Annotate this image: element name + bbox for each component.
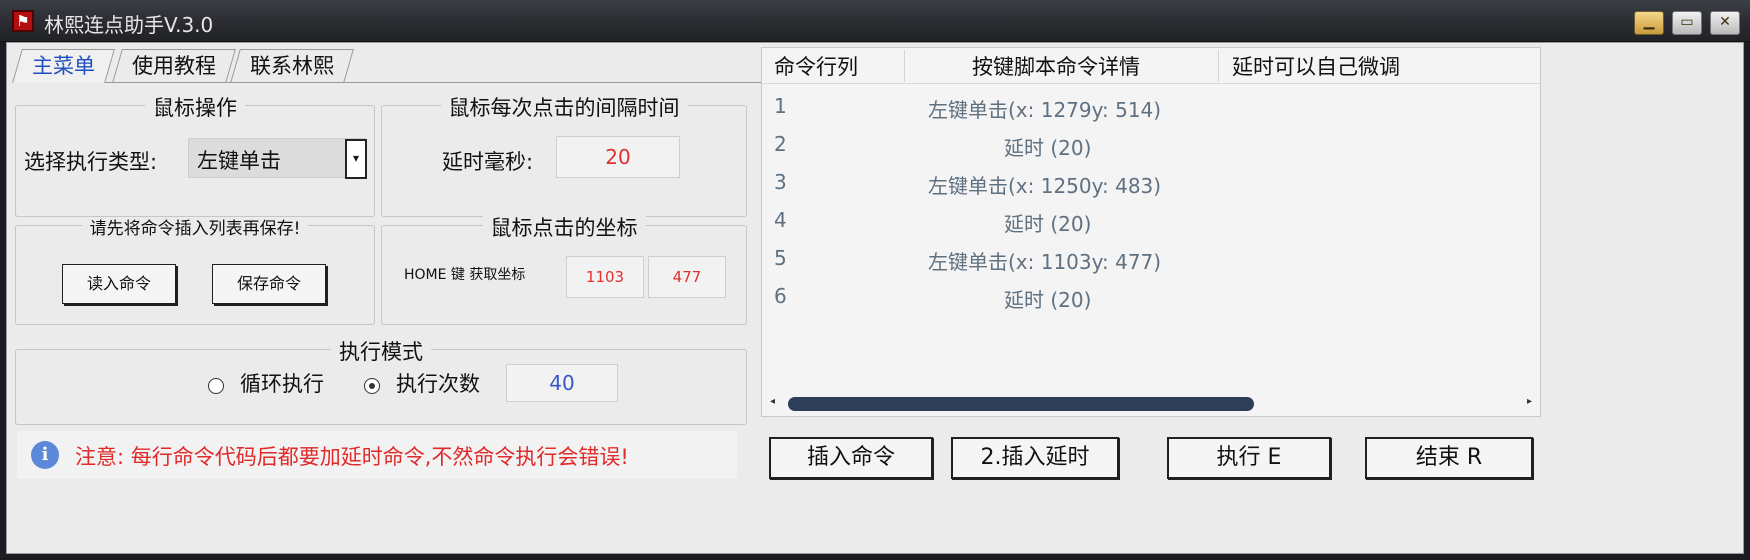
scroll-right-icon[interactable]: ▸ <box>1527 396 1532 407</box>
loop-radio[interactable] <box>208 378 224 394</box>
count-label: 执行次数 <box>396 372 480 396</box>
insert-delay-button[interactable]: 2.插入延时 <box>951 437 1119 479</box>
x-coordinate-field[interactable]: 1103 <box>566 256 644 298</box>
y-coordinate-field[interactable]: 477 <box>648 256 726 298</box>
table-row[interactable]: 1 左键单击(x: 1279y: 514) <box>762 88 1540 126</box>
tab-bar: 主菜单 使用教程 联系林熙 <box>12 49 843 83</box>
row-detail: 左键单击(x: 1250y: 483) <box>928 174 1162 198</box>
load-command-button[interactable]: 读入命令 <box>62 264 176 304</box>
chevron-down-icon[interactable]: ▾ <box>345 139 367 179</box>
command-list-header: 命令行列 按键脚本命令详情 延时可以自己微调 <box>762 48 1540 84</box>
notice-bar: i 注意: 每行命令代码后都要加延时命令,不然命令执行会错误! <box>17 431 737 479</box>
tab-tutorial[interactable]: 使用教程 <box>112 49 236 83</box>
window-title: 林熙连点助手V.3.0 <box>44 13 214 37</box>
execute-button[interactable]: 执行 E <box>1167 437 1331 479</box>
group-title: 执行模式 <box>331 340 431 364</box>
main-window: 主菜单 使用教程 联系林熙 鼠标操作 选择执行类型: 左键单击 ▾ 鼠标每次点击… <box>6 42 1744 554</box>
column-header-index[interactable]: 命令行列 <box>774 51 858 81</box>
column-header-detail[interactable]: 按键脚本命令详情 <box>972 51 1140 81</box>
app-logo-icon: ⚑ <box>12 10 34 32</box>
row-detail: 左键单击(x: 1279y: 514) <box>928 98 1162 122</box>
scroll-left-icon[interactable]: ◂ <box>770 396 775 407</box>
row-detail: 延时 (20) <box>1004 136 1092 160</box>
info-icon: i <box>31 441 59 469</box>
horizontal-scrollbar[interactable]: ◂ ▸ <box>762 392 1540 416</box>
mouse-operation-group: 鼠标操作 选择执行类型: 左键单击 ▾ <box>15 96 375 217</box>
row-index: 1 <box>774 94 787 118</box>
tab-divider <box>13 82 843 83</box>
hotkey-label: HOME 键 获取坐标 <box>404 267 526 283</box>
scrollbar-thumb[interactable] <box>788 397 1254 411</box>
type-select-value: 左键单击 <box>197 149 281 173</box>
minimize-button[interactable]: ▁ <box>1634 11 1664 35</box>
stop-button[interactable]: 结束 R <box>1365 437 1533 479</box>
table-row[interactable]: 4 延时 (20) <box>762 202 1540 240</box>
row-detail: 延时 (20) <box>1004 288 1092 312</box>
group-title: 鼠标点击的坐标 <box>482 216 646 240</box>
column-divider[interactable] <box>1218 50 1219 82</box>
insert-command-button[interactable]: 插入命令 <box>769 437 933 479</box>
row-index: 3 <box>774 170 787 194</box>
group-title: 鼠标每次点击的间隔时间 <box>440 96 688 120</box>
delay-label: 延时毫秒: <box>442 150 534 174</box>
save-group: 请先将命令插入列表再保存! 读入命令 保存命令 <box>15 219 375 325</box>
row-index: 2 <box>774 132 787 156</box>
notice-text: 注意: 每行命令代码后都要加延时命令,不然命令执行会错误! <box>75 445 629 469</box>
row-detail: 延时 (20) <box>1004 212 1092 236</box>
loop-label: 循环执行 <box>240 372 324 396</box>
row-index: 6 <box>774 284 787 308</box>
title-bar: ⚑ 林熙连点助手V.3.0 ▁ ▭ ✕ <box>0 0 1750 42</box>
tab-label: 主菜单 <box>32 54 95 78</box>
delay-input[interactable]: 20 <box>556 136 680 178</box>
tab-main-menu[interactable]: 主菜单 <box>12 49 115 83</box>
type-select[interactable]: 左键单击 ▾ <box>188 138 367 179</box>
group-title: 请先将命令插入列表再保存! <box>81 219 309 239</box>
tab-label: 联系林熙 <box>250 54 334 78</box>
close-button[interactable]: ✕ <box>1710 11 1740 35</box>
execution-mode-group: 执行模式 循环执行 执行次数 40 <box>15 340 747 425</box>
row-index: 5 <box>774 246 787 270</box>
table-row[interactable]: 5 左键单击(x: 1103y: 477) <box>762 240 1540 278</box>
row-detail: 左键单击(x: 1103y: 477) <box>928 250 1162 274</box>
count-radio[interactable] <box>364 378 380 394</box>
table-row[interactable]: 3 左键单击(x: 1250y: 483) <box>762 164 1540 202</box>
type-label: 选择执行类型: <box>24 150 158 174</box>
interval-group: 鼠标每次点击的间隔时间 延时毫秒: 20 <box>381 96 747 217</box>
group-title: 鼠标操作 <box>145 96 245 120</box>
table-row[interactable]: 2 延时 (20) <box>762 126 1540 164</box>
save-command-button[interactable]: 保存命令 <box>212 264 326 304</box>
command-list[interactable]: 命令行列 按键脚本命令详情 延时可以自己微调 1 左键单击(x: 1279y: … <box>761 47 1541 417</box>
tab-contact[interactable]: 联系林熙 <box>230 49 354 83</box>
coordinates-group: 鼠标点击的坐标 HOME 键 获取坐标 1103 477 <box>381 216 747 325</box>
count-input[interactable]: 40 <box>506 364 618 402</box>
table-row[interactable]: 6 延时 (20) <box>762 278 1540 316</box>
column-divider[interactable] <box>904 50 905 82</box>
tab-label: 使用教程 <box>132 54 216 78</box>
row-index: 4 <box>774 208 787 232</box>
maximize-button[interactable]: ▭ <box>1672 11 1702 35</box>
column-header-delay[interactable]: 延时可以自己微调 <box>1232 51 1400 81</box>
